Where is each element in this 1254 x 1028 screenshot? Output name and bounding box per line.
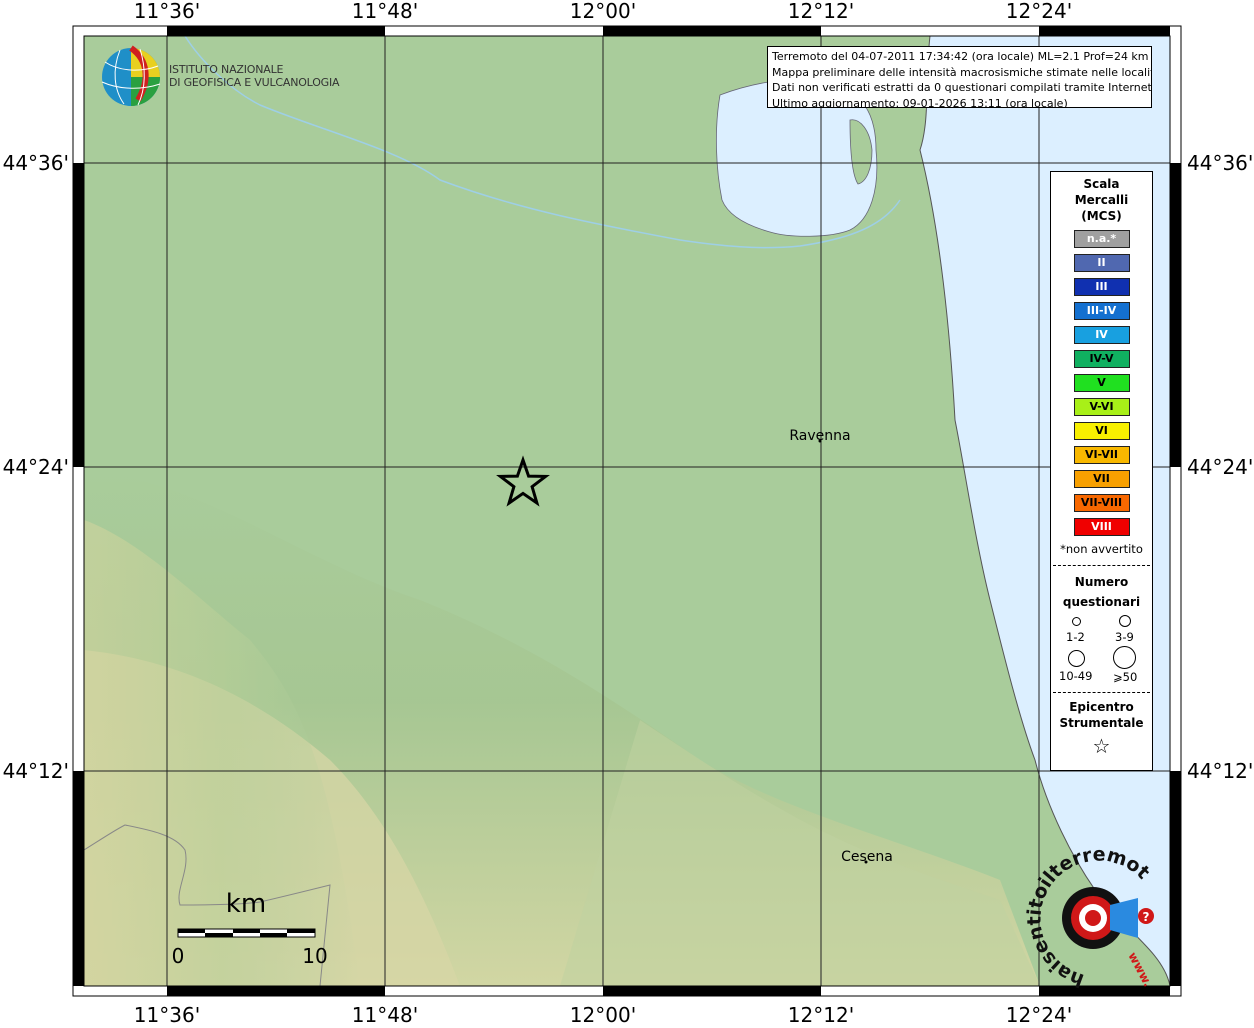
legend-title: Scala Mercalli (MCS) bbox=[1051, 176, 1152, 224]
event-info-box: Terremoto del 04-07-2011 17:34:42 (ora l… bbox=[767, 46, 1152, 108]
circle-size-4-icon bbox=[1113, 646, 1136, 669]
tick-label-top: 11°36' bbox=[134, 0, 200, 23]
scale-end-label: 10 bbox=[302, 944, 327, 968]
right-tick-labels: 44°36' 44°24' 44°12' bbox=[1187, 151, 1253, 783]
intensity-swatch: VII-VIII bbox=[1073, 494, 1130, 512]
tick-label-top: 12°24' bbox=[1006, 0, 1072, 23]
intensity-swatch: V-VI bbox=[1073, 398, 1130, 416]
legend-title-line: Scala bbox=[1083, 177, 1120, 191]
tick-label-bottom: 11°36' bbox=[134, 1003, 200, 1024]
count-label: 10-49 bbox=[1059, 669, 1093, 683]
tick-label-right: 44°36' bbox=[1187, 151, 1253, 175]
intensity-swatch: VI bbox=[1073, 422, 1130, 440]
intensity-swatch: n.a.* bbox=[1073, 230, 1130, 248]
scale-start-label: 0 bbox=[172, 944, 185, 968]
tick-label-top: 12°12' bbox=[788, 0, 854, 23]
tick-label-bottom: 12°12' bbox=[788, 1003, 854, 1024]
intensity-swatch: VI-VII bbox=[1073, 446, 1130, 464]
scale-unit-label: km bbox=[226, 889, 266, 919]
legend-title-line: Mercalli bbox=[1074, 193, 1129, 207]
legend-star-icon: ☆ bbox=[1092, 734, 1111, 758]
legend-divider bbox=[1053, 692, 1150, 693]
logo-line-1: ISTITUTO NAZIONALE bbox=[169, 63, 284, 76]
intensity-swatch: II bbox=[1073, 254, 1130, 272]
epicentro-line: Strumentale bbox=[1059, 716, 1144, 730]
city-label-ravenna: Ravenna bbox=[789, 428, 850, 444]
info-line-3: Dati non verificati estratti da 0 questi… bbox=[772, 81, 1152, 94]
tick-label-left: 44°24' bbox=[3, 455, 69, 479]
tick-label-right: 44°24' bbox=[1187, 455, 1253, 479]
numero-line: Numero bbox=[1074, 575, 1129, 589]
legend-divider bbox=[1053, 565, 1150, 566]
count-circles: 1-2 3-9 10-49 ⩾50 bbox=[1051, 612, 1152, 684]
legend-title-line: (MCS) bbox=[1081, 209, 1122, 223]
epicentro-line: Epicentro bbox=[1069, 700, 1134, 714]
intensity-swatch: IV-V bbox=[1073, 350, 1130, 368]
tick-label-left: 44°12' bbox=[3, 759, 69, 783]
legend-epicentro-title: Epicentro Strumentale bbox=[1051, 699, 1152, 731]
count-label: 1-2 bbox=[1066, 630, 1085, 644]
ingv-logo-icon bbox=[101, 45, 161, 106]
circle-size-3-icon bbox=[1068, 650, 1085, 667]
intensity-swatch: VII bbox=[1073, 470, 1130, 488]
info-line-2: Mappa preliminare delle intensità macros… bbox=[772, 65, 1152, 79]
count-label: ⩾50 bbox=[1113, 670, 1138, 684]
info-line-1: Terremoto del 04-07-2011 17:34:42 (ora l… bbox=[772, 50, 1149, 63]
tick-label-top: 11°48' bbox=[352, 0, 418, 23]
circle-size-1-icon bbox=[1072, 617, 1081, 626]
tick-label-bottom: 11°48' bbox=[352, 1003, 418, 1024]
intensity-swatch: VIII bbox=[1073, 518, 1130, 536]
svg-text:?: ? bbox=[1143, 910, 1150, 924]
legend-numero-title: Numero questionari bbox=[1051, 572, 1152, 612]
circle-size-2-icon bbox=[1119, 615, 1131, 627]
numero-line: questionari bbox=[1062, 595, 1141, 609]
intensity-swatch: IV bbox=[1073, 326, 1130, 344]
legend-note: *non avvertito bbox=[1060, 542, 1143, 556]
intensity-swatch: III bbox=[1073, 278, 1130, 296]
tick-label-left: 44°36' bbox=[3, 151, 69, 175]
logo-line-2: DI GEOFISICA E VULCANOLOGIA bbox=[169, 76, 340, 89]
tick-label-top: 12°00' bbox=[570, 0, 636, 23]
tick-label-right: 44°12' bbox=[1187, 759, 1253, 783]
city-label-cesena: Cesena bbox=[841, 849, 893, 865]
map: 11°36' 11°48' 12°00' 12°12' 12°24' 11°36… bbox=[0, 0, 1254, 1027]
legend-scale-list: n.a.* II III III-IV IV IV-V V V-VI VI VI-VII VII VI… bbox=[1051, 230, 1152, 536]
tick-label-bottom: 12°24' bbox=[1006, 1003, 1072, 1024]
info-line-4: Ultimo aggiornamento: 09-01-2026 13:11 (… bbox=[772, 96, 1068, 108]
bottom-tick-labels: 11°36' 11°48' 12°00' 12°12' 12°24' bbox=[134, 1003, 1072, 1027]
intensity-legend: Scala Mercalli (MCS) n.a.* II III III-IV IV I… bbox=[1050, 171, 1153, 771]
left-tick-labels: 44°36' 44°24' 44°12' bbox=[3, 151, 69, 783]
intensity-swatch: III-IV bbox=[1073, 302, 1130, 320]
top-tick-labels: 11°36' 11°48' 12°00' 12°12' 12°24' bbox=[134, 0, 1072, 23]
ingv-logo-text: ISTITUTO NAZIONALE DI GEOFISICA E VULCAN… bbox=[169, 63, 340, 89]
count-label: 3-9 bbox=[1115, 630, 1134, 644]
tick-label-bottom: 12°00' bbox=[570, 1003, 636, 1024]
intensity-swatch: V bbox=[1073, 374, 1130, 392]
